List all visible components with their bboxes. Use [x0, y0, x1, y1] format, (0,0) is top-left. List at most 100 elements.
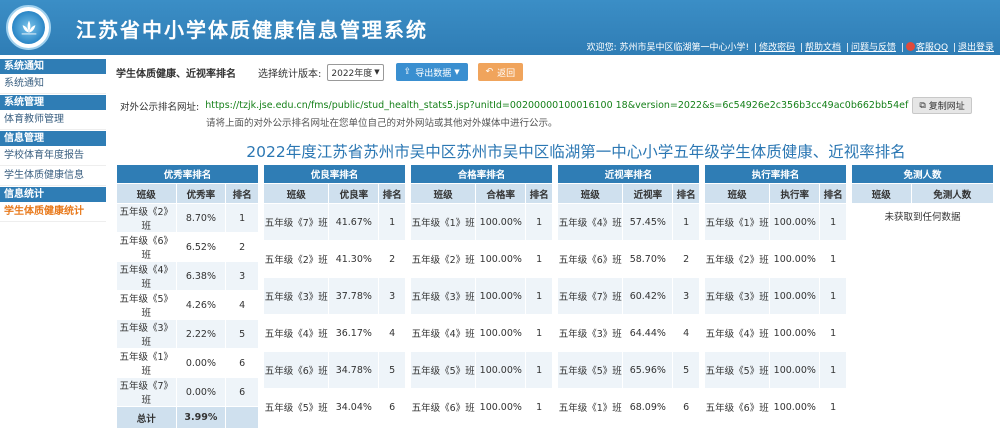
- public-url-link[interactable]: https://tzjk.jse.edu.cn/fms/public/stud_…: [205, 100, 908, 111]
- rank-cell: 1: [672, 203, 700, 241]
- column-header: 合格率: [475, 183, 527, 204]
- sidebar-item-student-health[interactable]: 学生体质健康信息: [0, 166, 106, 186]
- version-select[interactable]: 2022年度 ▼: [327, 63, 384, 81]
- app-title: 江苏省中小学体质健康信息管理系统: [76, 18, 428, 42]
- rank-cell: 1: [378, 203, 406, 241]
- table-caption: 执行率排名: [704, 164, 847, 184]
- sidebar-group-stats[interactable]: 信息统计: [0, 186, 106, 202]
- logout-link[interactable]: 退出登录: [958, 43, 994, 53]
- rank-cell: 2: [672, 240, 700, 278]
- table-row: 五年级《2》班 8.70% 1: [116, 203, 259, 233]
- rank-cell: 1: [819, 351, 847, 389]
- rank-cell: 5: [378, 351, 406, 389]
- table-row: 五年级《1》班 0.00% 6: [116, 348, 259, 378]
- table-caption: 合格率排名: [410, 164, 553, 184]
- rank-cell: 2: [225, 232, 259, 262]
- class-cell: 五年级《7》班: [116, 377, 177, 407]
- rate-cell: 4.26%: [175, 290, 227, 320]
- public-url-label: 对外公示排名网址:: [120, 101, 200, 113]
- lotus-icon: [12, 11, 45, 44]
- class-cell: 五年级《2》班: [703, 240, 771, 278]
- table-caption: 近视率排名: [557, 164, 700, 184]
- table-row: 五年级《5》班 34.04% 6: [262, 388, 406, 426]
- rate-cell: 100.00%: [769, 351, 821, 389]
- feedback-link[interactable]: 问题与反馈: [851, 43, 896, 53]
- sidebar-item-notice[interactable]: 系统通知: [0, 74, 106, 94]
- table-row: 五年级《6》班 6.52% 2: [116, 232, 259, 262]
- empty-message: 未获取到任何数据: [851, 203, 994, 228]
- rank-cell: 1: [525, 240, 553, 278]
- column-header: 班级: [409, 183, 477, 204]
- column-header: 近视率: [622, 183, 674, 204]
- class-cell: 五年级《6》班: [116, 232, 177, 262]
- back-label: 返回: [497, 68, 516, 79]
- table-row: 五年级《7》班 60.42% 3: [556, 277, 700, 315]
- execution-rate-table: 执行率排名 班级 执行率 排名 五年级《1》班 100.00% 1 五年级《2》班 100…: [703, 164, 847, 426]
- rate-cell: 64.44%: [622, 314, 674, 352]
- rate-cell: 34.04%: [328, 388, 380, 426]
- table-row: 五年级《7》班 41.67% 1: [262, 203, 406, 241]
- sidebar-group-notice[interactable]: 系统通知: [0, 58, 106, 74]
- column-header: 排名: [819, 183, 847, 204]
- class-cell: 五年级《3》班: [116, 319, 177, 349]
- table-caption: 优良率排名: [263, 164, 406, 184]
- welcome-text: 欢迎您: 苏州市吴中区临湖第一中心小学!: [586, 43, 750, 53]
- rate-cell: 100.00%: [769, 277, 821, 315]
- rank-cell: 5: [225, 319, 259, 349]
- table-row: 五年级《2》班 100.00% 1: [703, 240, 847, 278]
- table-row: 五年级《1》班 100.00% 1: [703, 203, 847, 241]
- user-bar: 欢迎您: 苏州市吴中区临湖第一中心小学! | 修改密码 | 帮助文档 | 问题与反馈 …: [586, 42, 994, 53]
- rank-cell: 6: [225, 377, 259, 407]
- rate-cell: 100.00%: [475, 351, 527, 389]
- rank-cell: 2: [378, 240, 406, 278]
- rank-cell: 6: [225, 348, 259, 378]
- table-row: 五年级《3》班 2.22% 5: [116, 319, 259, 349]
- table-row: 五年级《4》班 100.00% 1: [703, 314, 847, 352]
- column-header: 排名: [378, 183, 406, 204]
- class-cell: 五年级《2》班: [409, 240, 477, 278]
- class-cell: 五年级《1》班: [556, 388, 624, 426]
- rank-cell: 3: [378, 277, 406, 315]
- rate-cell: 100.00%: [769, 203, 821, 241]
- help-docs-link[interactable]: 帮助文档: [805, 43, 841, 53]
- main-heading: 2022年度江苏省苏州市吴中区苏州市吴中区临湖第一中心小学五年级学生体质健康、近…: [246, 143, 906, 161]
- class-cell: 五年级《4》班: [409, 314, 477, 352]
- class-cell: 五年级《5》班: [703, 351, 771, 389]
- total-row: 总计 3.99%: [116, 406, 259, 429]
- rate-cell: 60.42%: [622, 277, 674, 315]
- export-label: 导出数据: [415, 68, 452, 79]
- rate-cell: 100.00%: [475, 314, 527, 352]
- change-password-link[interactable]: 修改密码: [759, 43, 795, 53]
- class-cell: 五年级《3》班: [262, 277, 330, 315]
- qq-icon: [905, 42, 915, 51]
- class-cell: 五年级《5》班: [556, 351, 624, 389]
- sidebar-item-health-stats[interactable]: 学生体质健康统计: [0, 202, 106, 222]
- column-header: 排名: [672, 183, 700, 204]
- rate-cell: 100.00%: [769, 240, 821, 278]
- class-cell: 五年级《2》班: [116, 203, 177, 233]
- sidebar-item-pe-teachers[interactable]: 体育教师管理: [0, 110, 106, 130]
- table-row: 五年级《6》班 58.70% 2: [556, 240, 700, 278]
- sidebar-item-annual-report[interactable]: 学校体育年度报告: [0, 146, 106, 166]
- class-cell: 五年级《2》班: [262, 240, 330, 278]
- class-cell: 五年级《7》班: [556, 277, 624, 315]
- class-cell: 五年级《1》班: [703, 203, 771, 241]
- rate-cell: 0.00%: [175, 377, 227, 407]
- rank-cell: 1: [525, 388, 553, 426]
- toolbar: 学生体质健康、近视率排名 选择统计版本: 2022年度 ▼ ⇪ 导出数据 ▼ ↶…: [116, 62, 524, 82]
- back-button[interactable]: ↶ 返回: [477, 63, 524, 81]
- rank-cell: 1: [819, 240, 847, 278]
- sidebar-group-system[interactable]: 系统管理: [0, 94, 106, 110]
- class-cell: 五年级《6》班: [703, 388, 771, 426]
- rank-cell: 1: [525, 203, 553, 241]
- back-arrow-icon: ↶: [485, 67, 494, 77]
- sidebar-group-info[interactable]: 信息管理: [0, 130, 106, 146]
- copy-url-button[interactable]: ⧉ 复制网址: [912, 97, 972, 114]
- rank-cell: 4: [672, 314, 700, 352]
- export-button[interactable]: ⇪ 导出数据 ▼: [395, 63, 468, 81]
- qq-support-link[interactable]: 客服QQ: [916, 43, 948, 53]
- column-header: 免测人数: [910, 183, 995, 204]
- table-row: 五年级《5》班 65.96% 5: [556, 351, 700, 389]
- app-header: 江苏省中小学体质健康信息管理系统 欢迎您: 苏州市吴中区临湖第一中心小学! | 修…: [0, 0, 1000, 55]
- rate-cell: 100.00%: [475, 388, 527, 426]
